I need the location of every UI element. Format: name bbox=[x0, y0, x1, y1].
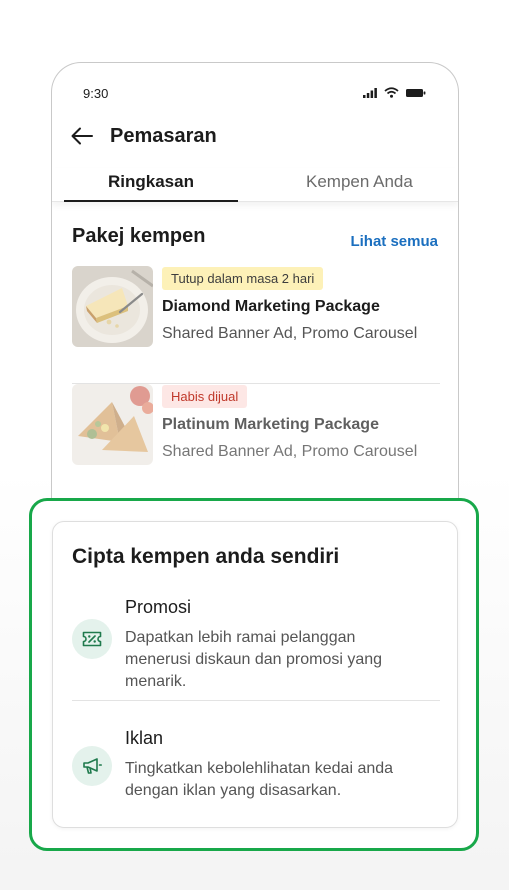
signal-icon bbox=[363, 87, 377, 98]
option-description: Dapatkan lebih ramai pelanggan menerusi … bbox=[125, 629, 383, 690]
card-title: Cipta kempen anda sendiri bbox=[72, 545, 340, 568]
tab-bar: Ringkasan Kempen Anda bbox=[52, 168, 458, 202]
divider bbox=[72, 700, 440, 701]
cheesecake-dessert-image bbox=[72, 266, 153, 347]
tab-ringkasan[interactable]: Ringkasan bbox=[108, 172, 194, 192]
package-description: Shared Banner Ad, Promo Carousel bbox=[162, 443, 418, 460]
wifi-icon bbox=[384, 87, 399, 98]
packages-section-title: Pakej kempen bbox=[72, 225, 206, 247]
package-item-platinum[interactable]: Habis dijual Platinum Marketing Package … bbox=[72, 384, 440, 502]
discount-ticket-icon bbox=[72, 619, 112, 659]
status-badge: Tutup dalam masa 2 hari bbox=[162, 267, 324, 290]
battery-icon bbox=[406, 88, 426, 97]
status-time: 9:30 bbox=[83, 86, 109, 101]
see-all-link[interactable]: Lihat semua bbox=[350, 233, 438, 250]
samosa-image bbox=[72, 384, 153, 465]
package-name: Diamond Marketing Package bbox=[162, 298, 380, 315]
package-name: Platinum Marketing Package bbox=[162, 416, 379, 433]
arrow-left-icon bbox=[71, 127, 93, 145]
create-campaign-card: Cipta kempen anda sendiri Promosi Dapatk… bbox=[52, 521, 458, 828]
option-title: Promosi bbox=[125, 597, 192, 617]
status-icons bbox=[363, 87, 426, 98]
app-header: Pemasaran bbox=[52, 118, 458, 158]
option-promosi[interactable]: Promosi Dapatkan lebih ramai pelanggan m… bbox=[72, 597, 440, 697]
status-bar: 9:30 bbox=[52, 63, 458, 113]
package-description: Shared Banner Ad, Promo Carousel bbox=[162, 325, 418, 342]
megaphone-icon bbox=[72, 746, 112, 786]
active-tab-indicator bbox=[64, 200, 238, 202]
phone-frame: 9:30 Pemasaran Ringkasan Kempen Anda Pak… bbox=[51, 62, 459, 532]
tab-kempen-anda[interactable]: Kempen Anda bbox=[306, 172, 413, 192]
highlight-frame: Cipta kempen anda sendiri Promosi Dapatk… bbox=[29, 498, 479, 851]
package-item-diamond[interactable]: Tutup dalam masa 2 hari Diamond Marketin… bbox=[72, 266, 440, 384]
option-description: Tingkatkan kebolehlihatan kedai anda den… bbox=[125, 760, 394, 799]
back-button[interactable] bbox=[68, 122, 96, 150]
option-title: Iklan bbox=[125, 728, 164, 748]
option-iklan[interactable]: Iklan Tingkatkan kebolehlihatan kedai an… bbox=[72, 728, 440, 808]
status-badge: Habis dijual bbox=[162, 385, 248, 408]
page-title: Pemasaran bbox=[110, 125, 217, 147]
